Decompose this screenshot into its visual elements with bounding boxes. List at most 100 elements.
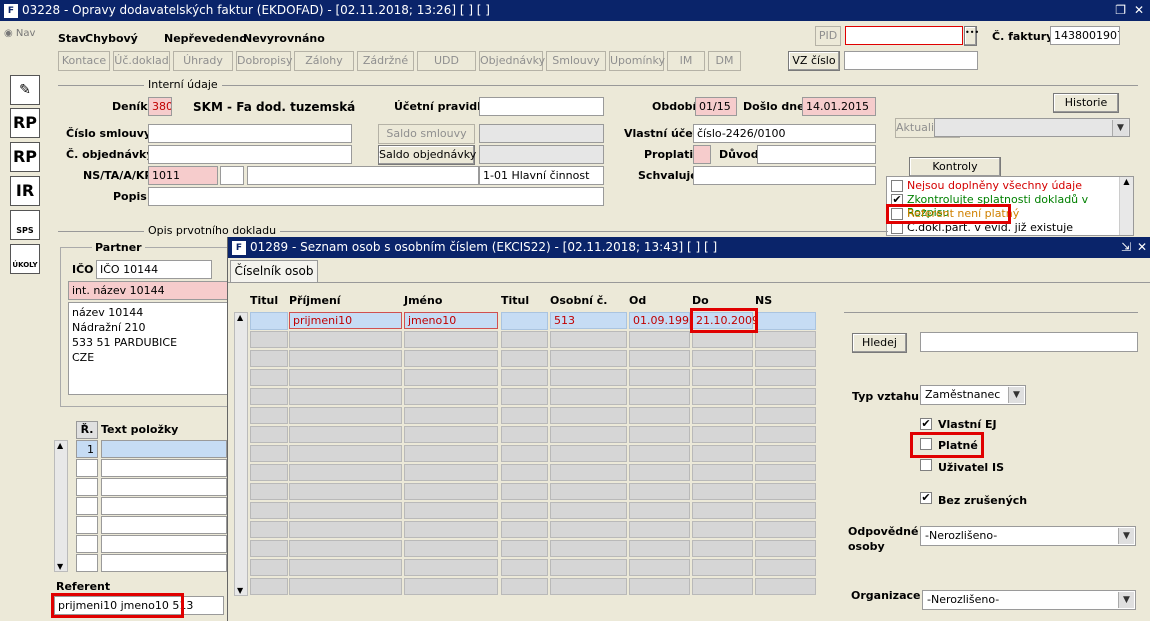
smlouvy-button[interactable]: Smlouvy [546,51,606,71]
grid-cell[interactable] [404,407,498,424]
scroll-down-icon[interactable]: ▼ [237,586,243,595]
kontroly-button[interactable]: Kontroly [909,157,1001,177]
grid-cell[interactable] [289,464,402,481]
close-icon[interactable]: ✕ [1134,0,1144,21]
grid-cell[interactable] [250,521,288,538]
grid-cell[interactable] [250,407,288,424]
grid-cell[interactable] [755,464,816,481]
grid-cell[interactable] [755,578,816,595]
grid-cell[interactable] [250,331,288,348]
polozka-text[interactable] [101,535,227,553]
scroll-up-icon[interactable]: ▲ [237,313,243,322]
grid-cell[interactable] [550,578,627,595]
polozka-cislo[interactable] [76,497,98,515]
grid-cell[interactable] [755,521,816,538]
grid-cell[interactable] [755,426,816,443]
polozka-text[interactable] [101,554,227,572]
vz-cislo-input[interactable] [844,51,978,70]
grid-cell[interactable] [250,445,288,462]
grid-cell[interactable] [289,483,402,500]
uzivatel-is-checkbox[interactable] [920,459,932,471]
grid-cell[interactable] [250,502,288,519]
grid-cell[interactable] [501,464,548,481]
rp-cz-icon[interactable]: RP [10,108,40,138]
duvod-input[interactable] [757,145,876,164]
pid-input[interactable] [845,26,963,45]
polozka-cislo[interactable] [76,478,98,496]
polozka-cislo[interactable] [76,535,98,553]
ucdoklad-button[interactable]: Úč.doklad [113,51,170,71]
sps-icon[interactable]: SPS [10,210,40,240]
obdobi-input[interactable]: 01/15 [695,97,737,116]
grid-cell[interactable] [404,578,498,595]
upominky-button[interactable]: Upomínky [609,51,665,71]
grid-cell[interactable] [692,559,753,576]
grid-cell[interactable] [250,464,288,481]
grid-cell[interactable] [550,350,627,367]
objednavky-button[interactable]: Objednávky [479,51,545,71]
grid-cell[interactable] [692,502,753,519]
grid-cell[interactable] [289,521,402,538]
grid-cell[interactable] [404,521,498,538]
grid-cell[interactable] [289,445,402,462]
typ-vztahu-select[interactable]: Zaměstnanec ▼ [920,385,1026,405]
grid-cell[interactable] [501,407,548,424]
vlastni-ej-checkbox[interactable]: ✔ [920,418,932,430]
grid-cell[interactable] [250,559,288,576]
grid-cell[interactable] [629,464,690,481]
polozka-cislo[interactable]: 1 [76,440,98,458]
grid-cell[interactable] [629,407,690,424]
polozka-cislo[interactable] [76,516,98,534]
odpovedne-select[interactable]: -Nerozlišeno- ▼ [920,526,1136,546]
grid-cell[interactable] [501,331,548,348]
grid-cell[interactable] [755,502,816,519]
grid-cell[interactable] [501,483,548,500]
grid-cell[interactable] [755,350,816,367]
scroll-up-icon[interactable]: ▲ [57,441,63,450]
int-nazev-input[interactable]: int. název 10144 [68,281,228,300]
grid-cell[interactable] [550,464,627,481]
row-ns[interactable] [755,312,816,330]
grid-cell[interactable] [501,578,548,595]
grid-cell[interactable] [550,540,627,557]
grid-cell[interactable] [629,559,690,576]
grid-cell[interactable] [550,445,627,462]
grid-cell[interactable] [550,331,627,348]
grid-cell[interactable] [550,483,627,500]
scroll-down-icon[interactable]: ▼ [57,562,63,571]
dialog-close-icon[interactable]: ✕ [1137,237,1147,258]
grid-cell[interactable] [250,369,288,386]
vz-cislo-button[interactable]: VZ číslo [788,51,840,71]
grid-cell[interactable] [404,388,498,405]
grid-cell[interactable] [289,540,402,557]
polozka-cislo[interactable] [76,554,98,572]
historie-button[interactable]: Historie [1053,93,1119,113]
grid-cell[interactable] [501,369,548,386]
cinnost-input[interactable]: 1-01 Hlavní činnost [479,166,604,185]
grid-cell[interactable] [501,350,548,367]
organizace-select[interactable]: -Nerozlišeno- ▼ [922,590,1136,610]
grid-cell[interactable] [289,350,402,367]
grid-cell[interactable] [692,540,753,557]
grid-cell[interactable] [289,559,402,576]
restore-icon[interactable]: ❐ [1115,0,1126,21]
grid-cell[interactable] [692,407,753,424]
bez-zrusenych-checkbox[interactable]: ✔ [920,492,932,504]
grid-cell[interactable] [501,388,548,405]
grid-cell[interactable] [501,426,548,443]
tab-ciselnik-osob[interactable]: Číselník osob [230,260,318,282]
grid-cell[interactable] [692,350,753,367]
dobropisy-button[interactable]: Dobropisy [236,51,292,71]
uhrady-button[interactable]: Úhrady [173,51,233,71]
zadrzne-button[interactable]: Zádržné [357,51,414,71]
dm-button[interactable]: DM [708,51,741,71]
row-od[interactable]: 01.09.1993 [629,312,696,329]
grid-cell[interactable] [250,483,288,500]
doslo-input[interactable]: 14.01.2015 [802,97,876,116]
grid-cell[interactable] [755,331,816,348]
grid-cell[interactable] [629,369,690,386]
grid-cell[interactable] [404,426,498,443]
polozky-scrollbar[interactable]: ▲ ▼ [54,440,68,572]
grid-cell[interactable] [755,388,816,405]
grid-cell[interactable] [404,445,498,462]
